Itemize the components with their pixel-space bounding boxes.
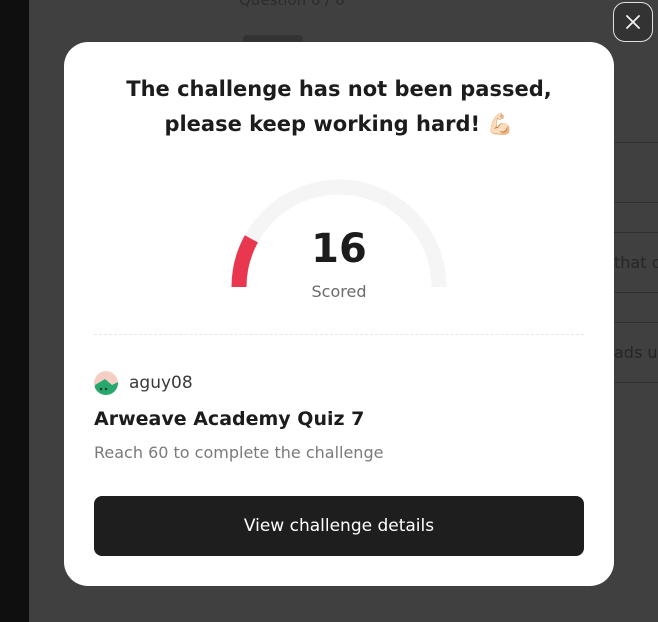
- answer-option[interactable]: that c: [614, 253, 658, 272]
- author-row: aguy08: [94, 371, 193, 395]
- score-label: Scored: [311, 282, 367, 301]
- answer-option[interactable]: ads u: [614, 343, 658, 362]
- result-message-line1: The challenge has not been passed,: [126, 77, 552, 101]
- result-message-text: please keep working hard!: [164, 112, 481, 136]
- close-button[interactable]: [613, 2, 653, 42]
- result-message: The challenge has not been passed, pleas…: [64, 72, 614, 142]
- score-value: 16: [311, 226, 367, 272]
- quiz-description: Reach 60 to complete the challenge: [94, 443, 384, 462]
- close-icon: [626, 15, 640, 29]
- result-modal: The challenge has not been passed, pleas…: [64, 42, 614, 586]
- quiz-title: Arweave Academy Quiz 7: [94, 408, 365, 430]
- author-name: aguy08: [129, 373, 193, 393]
- dashed-divider: [94, 334, 584, 335]
- left-sidebar-strip: [0, 0, 29, 622]
- view-challenge-details-button[interactable]: View challenge details: [94, 496, 584, 556]
- flexed-biceps-emoji: 💪🏻: [487, 112, 514, 136]
- avatar-icon: [94, 371, 118, 395]
- result-message-line2: please keep working hard! 💪🏻: [64, 107, 614, 142]
- question-counter: Question 6 / 6: [239, 0, 345, 9]
